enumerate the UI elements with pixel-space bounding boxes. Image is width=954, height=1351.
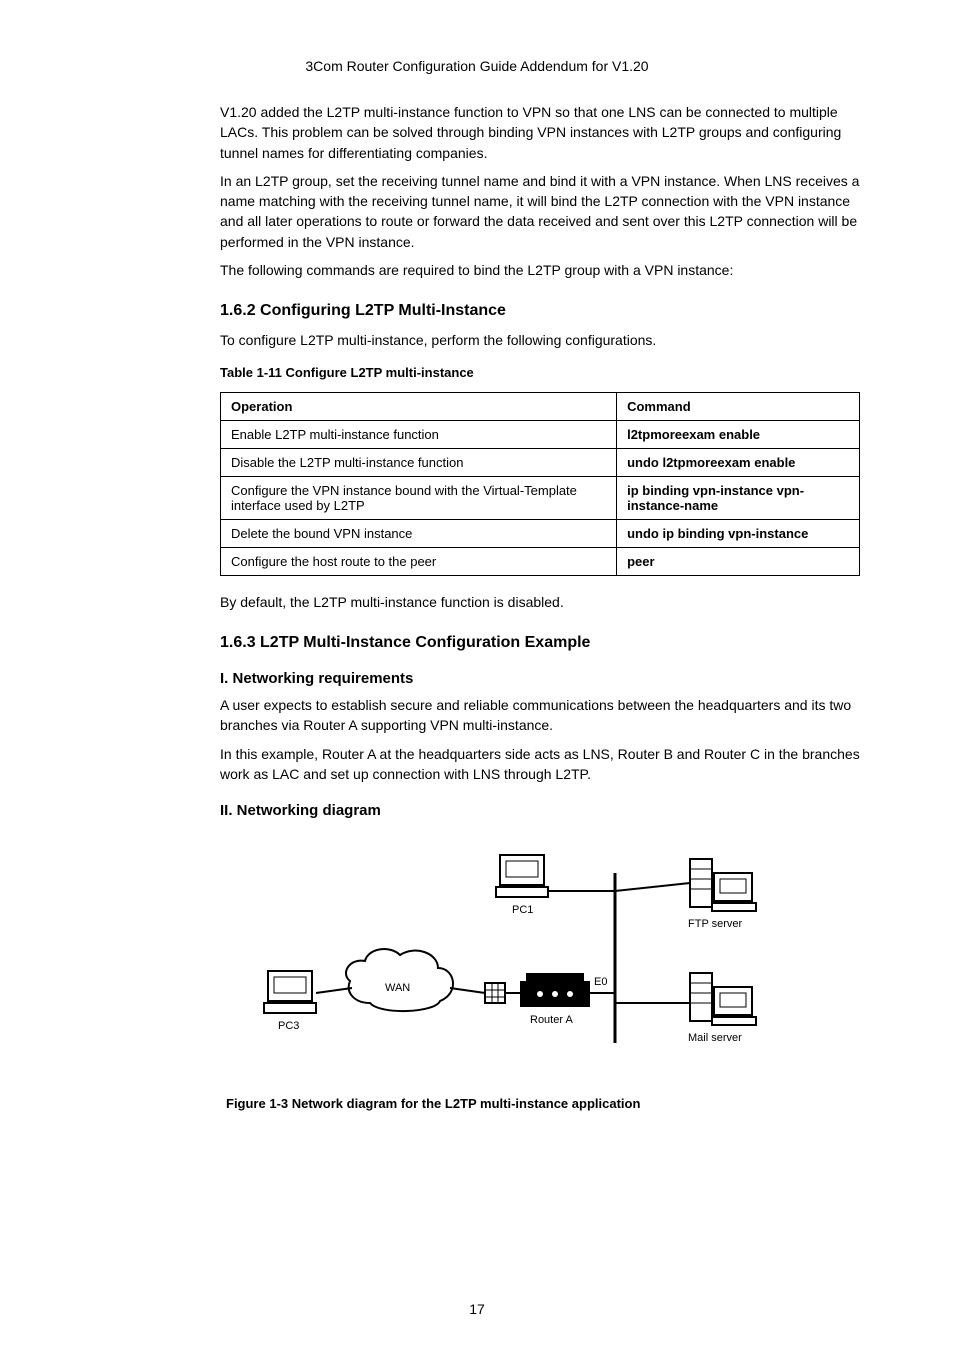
section-2-netdia: II. Networking diagram xyxy=(220,802,860,819)
intro-para-1: V1.20 added the L2TP multi-instance func… xyxy=(220,102,860,163)
pc3-label: PC3 xyxy=(278,1020,299,1032)
router-icon xyxy=(520,973,590,1007)
commands-table: Operation Command Enable L2TP multi-inst… xyxy=(220,392,860,576)
section-2-p2: In this example, Router A at the headqua… xyxy=(220,744,860,785)
ftp-label: FTP server xyxy=(688,918,743,930)
pc-icon xyxy=(496,855,548,897)
mail-label: Mail server xyxy=(688,1032,742,1044)
cell-command: undo l2tpmoreexam enable xyxy=(617,448,860,476)
pc1-label: PC1 xyxy=(512,904,533,916)
th-command: Command xyxy=(617,392,860,420)
e0-label: E0 xyxy=(594,976,607,988)
firewall-icon xyxy=(485,983,505,1003)
pc-icon xyxy=(264,971,316,1013)
cell-command: peer xyxy=(617,547,860,575)
table-row: Disable the L2TP multi-instance function… xyxy=(221,448,860,476)
section-1-p1: To configure L2TP multi-instance, perfor… xyxy=(220,330,860,350)
server-icon xyxy=(690,973,756,1025)
page-header: 3Com Router Configuration Guide Addendum… xyxy=(95,58,859,74)
link-line xyxy=(450,988,485,993)
cell-operation: Configure the VPN instance bound with th… xyxy=(221,476,617,519)
wan-cloud-icon xyxy=(346,949,453,1011)
wan-label: WAN xyxy=(385,982,410,994)
server-icon xyxy=(690,859,756,911)
table-header-row: Operation Command xyxy=(221,392,860,420)
cell-command: l2tpmoreexam enable xyxy=(617,420,860,448)
cell-operation: Disable the L2TP multi-instance function xyxy=(221,448,617,476)
network-svg: WAN PC3 Router A E0 xyxy=(260,833,820,1083)
section-1-note: By default, the L2TP multi-instance func… xyxy=(220,592,860,612)
table-row: Enable L2TP multi-instance function l2tp… xyxy=(221,420,860,448)
table-row: Delete the bound VPN instance undo ip bi… xyxy=(221,519,860,547)
th-operation: Operation xyxy=(221,392,617,420)
section-2-title: 1.6.3 L2TP Multi-Instance Configuration … xyxy=(220,634,860,652)
cell-operation: Delete the bound VPN instance xyxy=(221,519,617,547)
section-2-p1: A user expects to establish secure and r… xyxy=(220,695,860,736)
cell-operation: Enable L2TP multi-instance function xyxy=(221,420,617,448)
cell-command: undo ip binding vpn-instance xyxy=(617,519,860,547)
routerA-label: Router A xyxy=(530,1014,573,1026)
page-number: 17 xyxy=(0,1301,954,1317)
link-line xyxy=(615,883,690,891)
section-1-title: 1.6.2 Configuring L2TP Multi-Instance xyxy=(220,302,860,320)
table-caption: Table 1-11 Configure L2TP multi-instance xyxy=(220,365,860,380)
content-area: V1.20 added the L2TP multi-instance func… xyxy=(220,102,860,1111)
intro-para-2: In an L2TP group, set the receiving tunn… xyxy=(220,171,860,252)
cell-operation: Configure the host route to the peer xyxy=(221,547,617,575)
section-2-netreq: I. Networking requirements xyxy=(220,670,860,687)
cell-command: ip binding vpn-instance vpn-instance-nam… xyxy=(617,476,860,519)
link-line xyxy=(316,988,352,993)
network-diagram: WAN PC3 Router A E0 xyxy=(220,833,860,1111)
figure-caption: Figure 1-3 Network diagram for the L2TP … xyxy=(226,1096,860,1111)
table-row: Configure the host route to the peer pee… xyxy=(221,547,860,575)
intro-para-3: The following commands are required to b… xyxy=(220,260,860,280)
table-row: Configure the VPN instance bound with th… xyxy=(221,476,860,519)
